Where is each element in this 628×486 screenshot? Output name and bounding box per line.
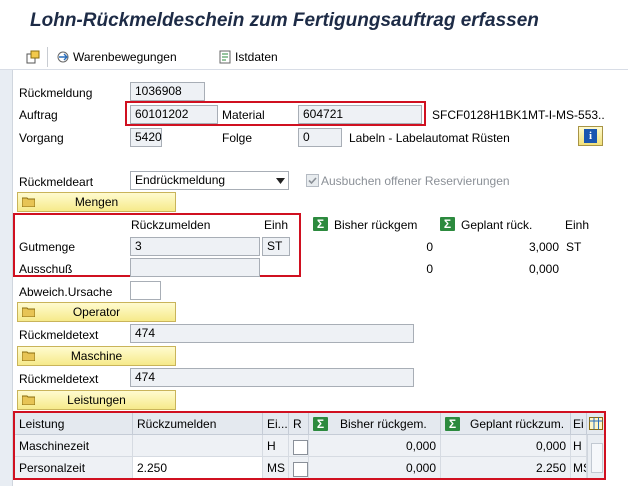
gutmenge-geplant: 3,000 (528, 240, 559, 254)
ausbuchen-checkbox[interactable] (306, 174, 319, 187)
auftrag-label: Auftrag (19, 108, 58, 122)
goods-movement-icon (56, 50, 70, 64)
folder-icon (22, 395, 35, 405)
rueckmeldung-field[interactable]: 1036908 (130, 82, 205, 101)
ausschuss-label: Ausschuß (19, 262, 73, 276)
abweich-field[interactable] (130, 281, 161, 300)
maschine-text-field[interactable]: 474 (130, 368, 414, 387)
istdaten-button[interactable]: Istdaten (218, 48, 278, 66)
folder-icon (22, 351, 35, 361)
col-header-bisher: Bisher rückgem (334, 218, 418, 232)
mengen-section-label: Mengen (74, 195, 119, 209)
sum-icon: Σ (313, 217, 328, 231)
toolbar-separator (47, 47, 48, 67)
maschine-text-label: Rückmeldetext (19, 372, 99, 386)
operator-section-label: Operator (72, 305, 121, 319)
chevron-down-icon[interactable] (272, 172, 288, 189)
folge-description: Labeln - Labelautomat Rüsten (349, 131, 510, 145)
leistungen-section-label: Leistungen (67, 393, 126, 407)
gutmenge-bisher: 0 (426, 240, 433, 254)
abweich-label: Abweich.Ursache (19, 285, 113, 299)
rueckmeldeart-select[interactable]: Endrückmeldung (130, 171, 289, 190)
vorgang-field[interactable]: 5420 (130, 128, 162, 147)
ausschuss-field[interactable] (130, 258, 260, 277)
material-field[interactable]: 604721 (298, 105, 422, 124)
warenbewegungen-label: Warenbewegungen (73, 50, 177, 64)
material-description: SFCF0128H1BK1MT-I-MS-553... (432, 108, 604, 122)
folge-label: Folge (222, 131, 253, 145)
gutmenge-unit-field[interactable]: ST (262, 237, 290, 256)
operator-section-button[interactable]: Operator (17, 302, 176, 322)
overview-button[interactable] (26, 48, 40, 66)
ausschuss-geplant: 0,000 (528, 262, 559, 276)
folder-icon (22, 307, 35, 317)
page-title: Lohn-Rückmeldeschein zum Fertigungsauftr… (30, 10, 539, 31)
maschine-section-label: Maschine (70, 349, 123, 363)
rueckmeldung-label: Rückmeldung (19, 86, 93, 100)
folder-icon (22, 197, 35, 207)
col-header-geplant: Geplant rück. (461, 218, 533, 232)
info-icon: i (584, 129, 597, 143)
ausbuchen-label: Ausbuchen offener Reservierungen (321, 174, 510, 188)
rueckmeldeart-label: Rückmeldeart (19, 175, 94, 189)
ausschuss-bisher: 0 (426, 262, 433, 276)
sum-icon: Σ (440, 217, 455, 231)
info-button[interactable]: i (578, 126, 603, 146)
warenbewegungen-button[interactable]: Warenbewegungen (56, 48, 177, 66)
gutmenge-unit2: ST (566, 240, 582, 254)
maschine-section-button[interactable]: Maschine (17, 346, 176, 366)
vorgang-label: Vorgang (19, 131, 64, 145)
left-panel-edge (0, 70, 13, 486)
actual-data-icon (218, 50, 232, 64)
gutmenge-field[interactable]: 3 (130, 237, 260, 256)
istdaten-label: Istdaten (235, 50, 278, 64)
material-label: Material (222, 108, 265, 122)
gutmenge-label: Gutmenge (19, 240, 76, 254)
highlight-box-leistungen (13, 411, 606, 480)
operator-text-label: Rückmeldetext (19, 328, 99, 342)
operator-text-field[interactable]: 474 (130, 324, 414, 343)
col-header-rueckzumelden: Rückzumelden (131, 218, 211, 232)
auftrag-field[interactable]: 60101202 (130, 105, 218, 124)
mengen-section-button[interactable]: Mengen (17, 192, 176, 212)
col-header-einh2: Einh (565, 218, 590, 232)
leistungen-section-button[interactable]: Leistungen (17, 390, 176, 410)
col-header-einh: Einh (264, 218, 289, 232)
folge-field[interactable]: 0 (298, 128, 342, 147)
overview-icon (26, 50, 40, 64)
